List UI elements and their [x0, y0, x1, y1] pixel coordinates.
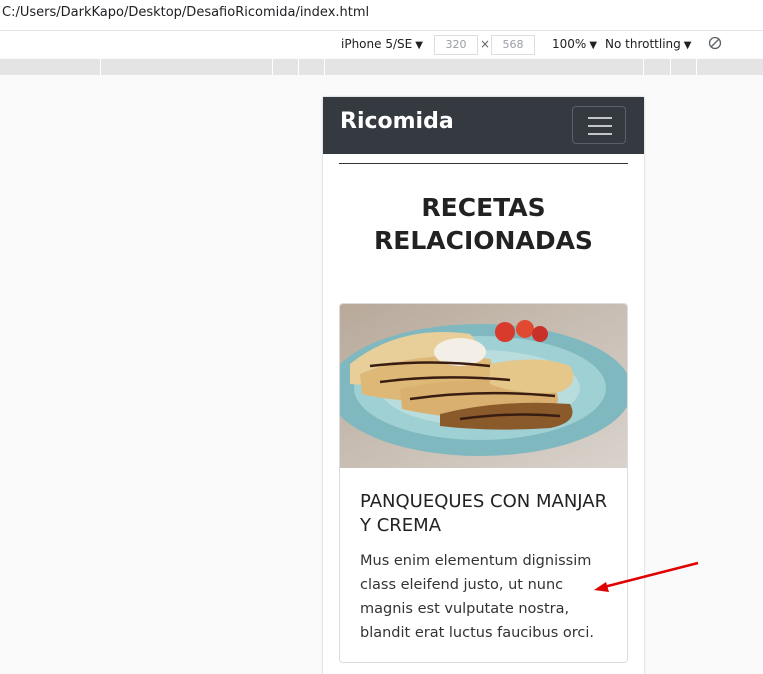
brand-logo[interactable]: Ricomida [340, 109, 454, 134]
rotate-icon[interactable] [708, 36, 722, 50]
throttling-value: No throttling [605, 37, 681, 51]
device-toolbar: iPhone 5/SE ▼ 320 × 568 100% ▼ No throttli… [0, 31, 763, 58]
zoom-value: 100% [552, 37, 587, 51]
annotation-arrow-icon [594, 561, 699, 592]
chevron-down-icon: ▼ [589, 40, 598, 51]
chevron-down-icon: ▼ [683, 40, 692, 51]
zoom-select[interactable]: 100% ▼ [552, 37, 597, 51]
device-select[interactable]: iPhone 5/SE ▼ [341, 37, 423, 51]
recipe-image [340, 304, 627, 468]
media-query-ruler [0, 59, 763, 75]
throttling-select[interactable]: No throttling ▼ [605, 37, 691, 51]
divider [339, 163, 628, 164]
heading-line-2: RELACIONADAS [374, 226, 593, 255]
recipe-card[interactable]: PANQUEQUES CON MANJAR Y CREMA Mus enim e… [339, 303, 628, 663]
section-heading: RECETAS RELACIONADAS [323, 191, 644, 257]
menu-toggle-button[interactable] [572, 106, 626, 144]
height-input[interactable]: 568 [491, 35, 535, 55]
address-bar[interactable]: C:/Users/DarkKapo/Desktop/DesafioRicomid… [0, 0, 763, 31]
width-input[interactable]: 320 [434, 35, 478, 55]
url-text: C:/Users/DarkKapo/Desktop/DesafioRicomid… [2, 5, 370, 20]
device-name: iPhone 5/SE [341, 37, 413, 51]
card-text: Mus enim elementum dignissim class eleif… [360, 553, 594, 641]
heading-line-1: RECETAS [421, 193, 546, 222]
card-title: PANQUEQUES CON MANJAR Y CREMA [360, 491, 608, 536]
navbar: Ricomida [323, 97, 644, 154]
dimension-separator: × [480, 37, 491, 51]
chevron-down-icon: ▼ [415, 40, 423, 51]
